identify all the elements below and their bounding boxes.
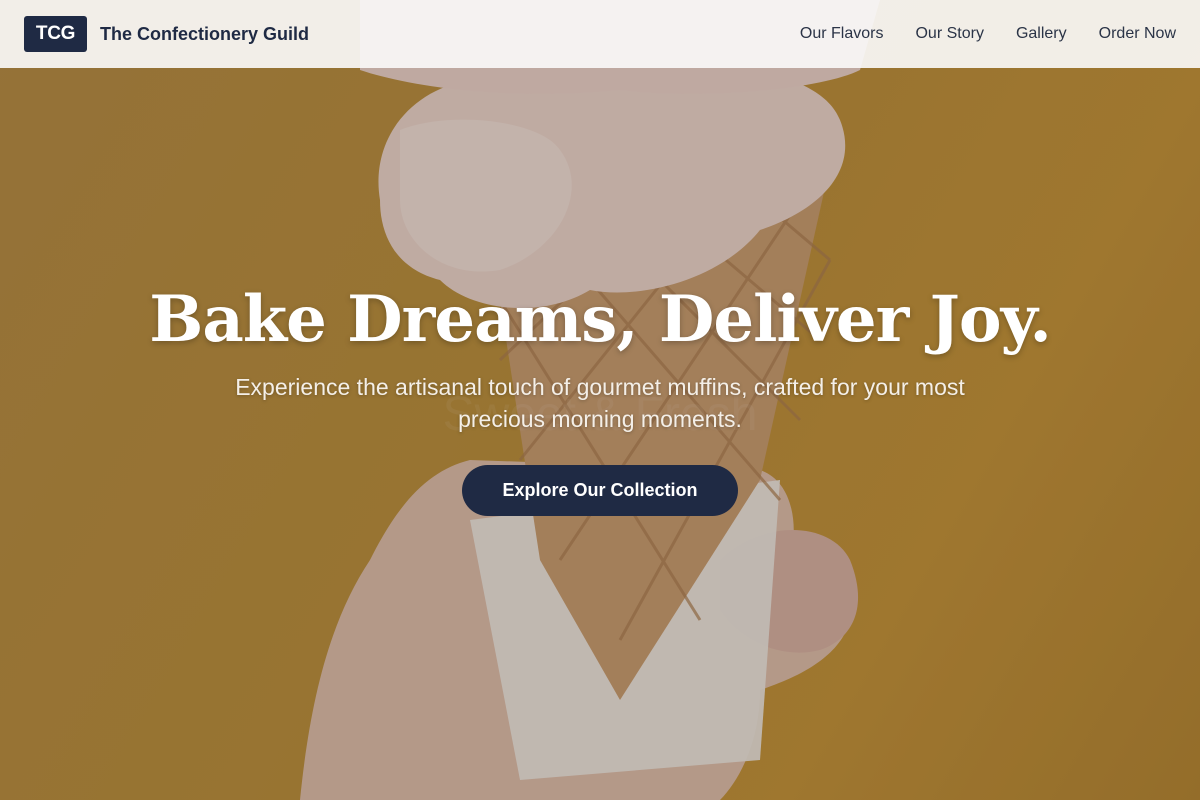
hero-content: Bake Dreams, Deliver Joy. Experience the… <box>0 282 1200 516</box>
brand-name[interactable]: The Confectionery Guild <box>100 24 309 45</box>
hero-headline: Bake Dreams, Deliver Joy. <box>149 282 1051 357</box>
explore-collection-button[interactable]: Explore Our Collection <box>462 465 738 516</box>
main-nav: Our Flavors Our Story Gallery Order Now <box>800 25 1176 43</box>
top-navbar: TCG The Confectionery Guild Our Flavors … <box>0 0 1200 68</box>
logo[interactable]: TCG <box>24 16 87 52</box>
nav-link-our-flavors[interactable]: Our Flavors <box>800 25 884 43</box>
brand[interactable]: TCG The Confectionery Guild <box>24 16 309 52</box>
nav-link-our-story[interactable]: Our Story <box>915 25 983 43</box>
nav-link-gallery[interactable]: Gallery <box>1016 25 1067 43</box>
nav-link-order-now[interactable]: Order Now <box>1099 25 1176 43</box>
hero-subheadline: Experience the artisanal touch of gourme… <box>235 374 965 432</box>
